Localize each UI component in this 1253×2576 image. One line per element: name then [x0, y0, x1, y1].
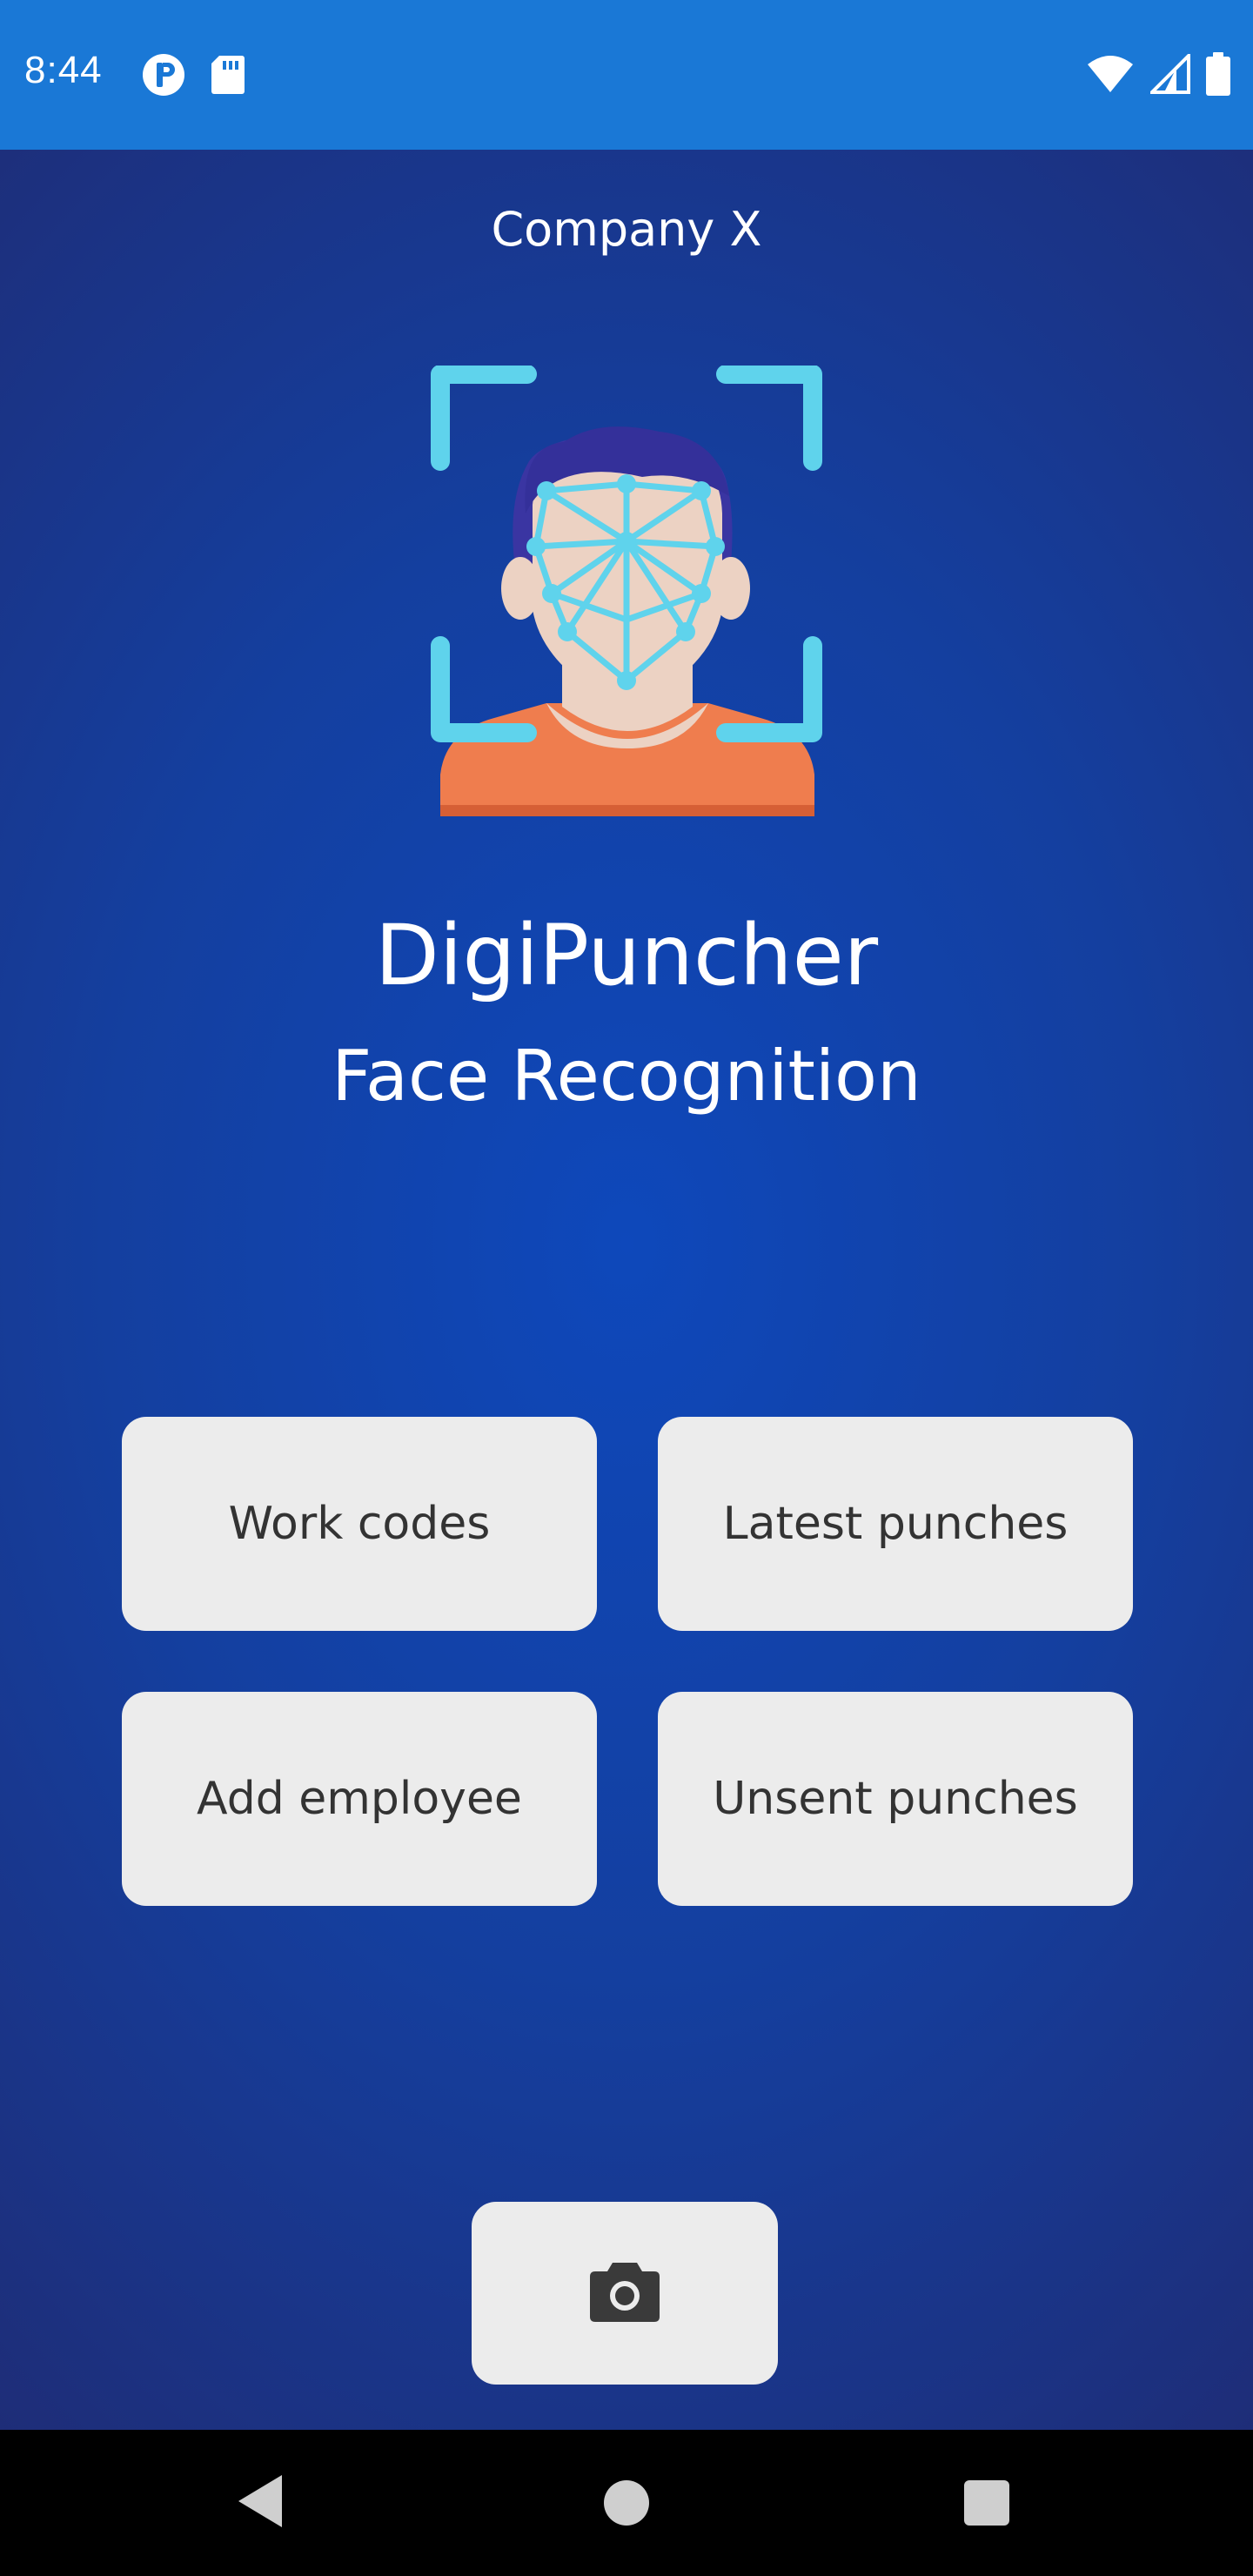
status-time: 8:44	[24, 49, 103, 91]
main-screen: Company X DigiPuncher Face Recognition W…	[0, 150, 1253, 2430]
unsent-punches-button[interactable]: Unsent punches	[658, 1692, 1133, 1906]
wifi-icon	[1086, 54, 1135, 97]
status-right-icons	[1086, 51, 1230, 99]
back-icon[interactable]	[235, 2472, 284, 2534]
company-name: Company X	[491, 202, 762, 257]
camera-button[interactable]	[472, 2202, 778, 2385]
recents-icon[interactable]	[964, 2480, 1009, 2526]
latest-punches-button[interactable]: Latest punches	[658, 1417, 1133, 1631]
work-codes-button[interactable]: Work codes	[122, 1417, 597, 1631]
home-icon[interactable]	[604, 2480, 649, 2526]
status-left-icons	[141, 52, 245, 101]
app-subtitle: Face Recognition	[332, 1036, 921, 1117]
cell-signal-icon	[1148, 51, 1190, 97]
system-nav-bar	[0, 2430, 1253, 2576]
add-employee-button[interactable]: Add employee	[122, 1692, 597, 1906]
sd-card-icon	[211, 54, 245, 99]
camera-icon	[588, 2259, 661, 2327]
status-bar: 8:44	[0, 0, 1253, 150]
app-title: DigiPuncher	[374, 907, 879, 1004]
battery-icon	[1206, 52, 1230, 99]
notification-p-icon	[141, 52, 186, 101]
face-scan-icon	[425, 365, 828, 820]
